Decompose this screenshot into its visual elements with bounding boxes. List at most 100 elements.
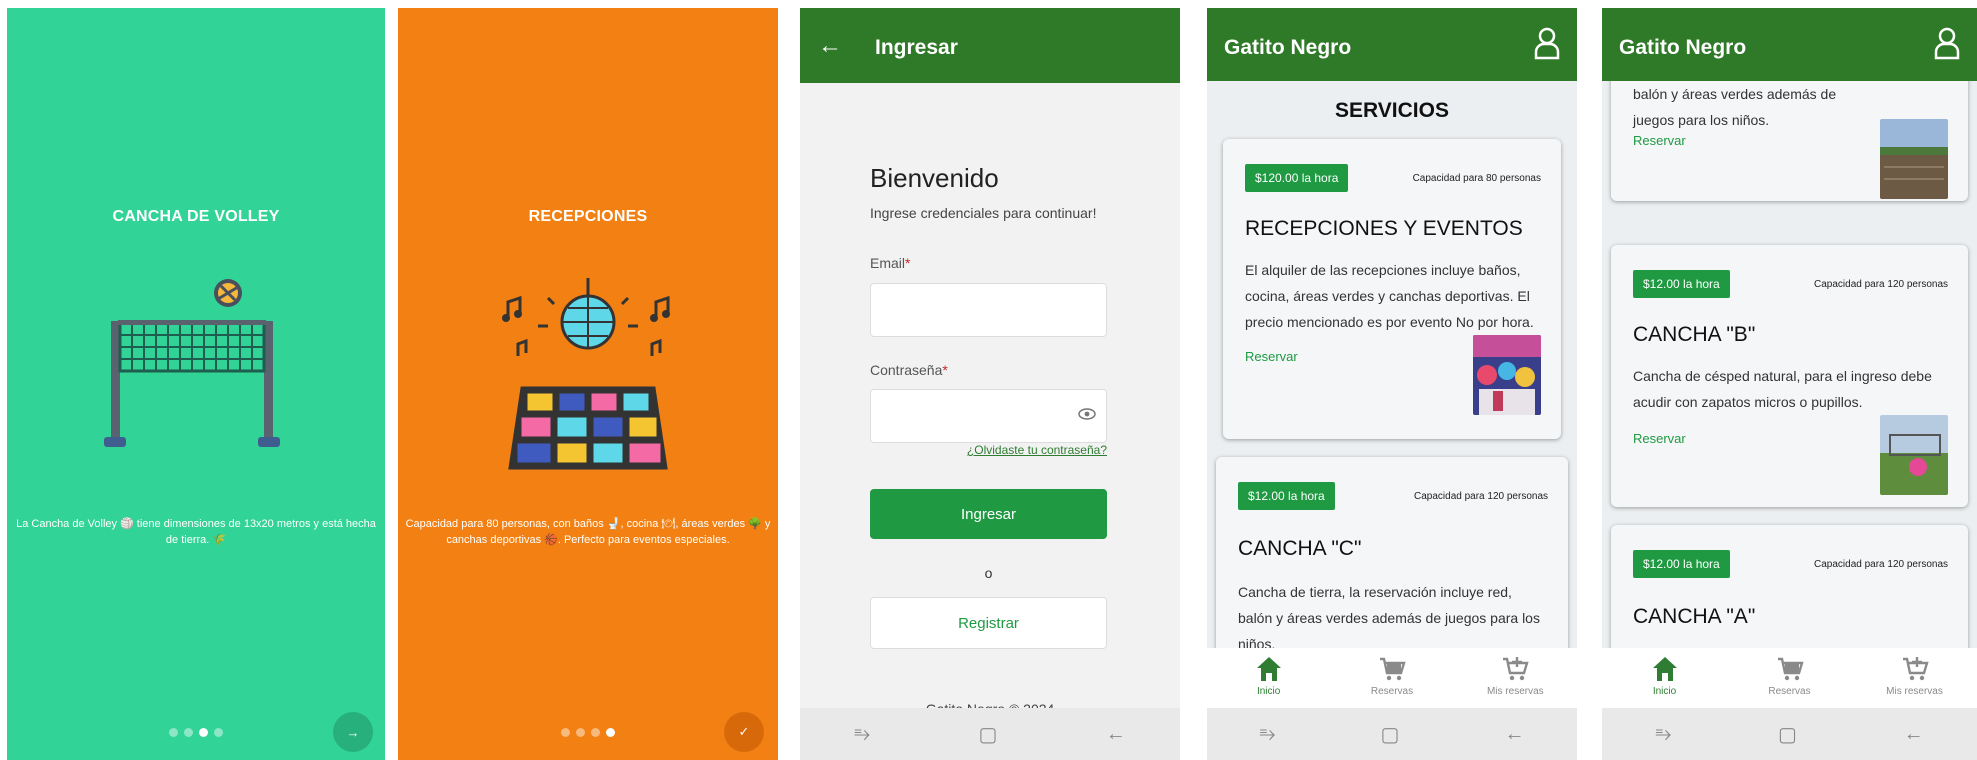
email-field[interactable] — [870, 283, 1107, 337]
onboarding-title: RECEPCIONES — [528, 208, 648, 225]
nav-item-reservas[interactable]: Reservas — [1331, 648, 1453, 708]
card-title: CANCHA "A" — [1633, 605, 1756, 628]
cart-add-icon — [1902, 657, 1929, 681]
system-nav-bar: ⥱ ▢ ← — [1602, 708, 1977, 760]
capacity-text: Capacidad para 80 personas — [1412, 173, 1541, 184]
email-label-text: Email — [870, 255, 906, 271]
page-dot — [184, 728, 193, 737]
reserve-link[interactable]: Reservar — [1633, 431, 1686, 446]
recent-apps-icon[interactable]: ⥱ — [854, 723, 870, 746]
cart-icon — [1379, 657, 1406, 681]
home-square-icon[interactable]: ▢ — [1381, 722, 1400, 747]
or-separator: o — [984, 565, 993, 581]
disco-dance-floor-illustration — [502, 278, 670, 470]
nav-item-inicio[interactable]: Inicio — [1603, 648, 1727, 708]
page-dot — [591, 728, 600, 737]
onboarding-title: CANCHA DE VOLLEY — [112, 208, 280, 225]
nav-label: Inicio — [1256, 686, 1281, 697]
cart-add-icon — [1503, 657, 1529, 681]
capacity-text: Capacidad para 120 personas — [1414, 491, 1548, 502]
service-card[interactable]: $12.00 la hora Capacidad para 120 person… — [1611, 525, 1968, 648]
login-form: Bienvenido Ingrese credenciales para con… — [800, 83, 1180, 717]
capacity-text: Capacidad para 120 personas — [1814, 279, 1948, 290]
price-badge: $12.00 la hora — [1238, 482, 1335, 510]
recent-apps-icon[interactable]: ⥱ — [1655, 723, 1671, 746]
done-button[interactable]: ✓ — [724, 712, 764, 752]
card-title: CANCHA "C" — [1238, 537, 1362, 560]
eye-icon[interactable] — [1078, 408, 1096, 420]
email-label: Email* — [870, 255, 910, 271]
app-bar: ← Ingresar — [800, 8, 1180, 83]
field-photo — [1880, 119, 1948, 199]
nav-label: Mis reservas — [1486, 686, 1544, 697]
password-label: Contraseña* — [870, 362, 948, 378]
user-icon[interactable] — [1533, 26, 1561, 60]
nav-label: Reservas — [1370, 686, 1414, 697]
service-card[interactable]: $120.00 la hora Capacidad para 80 person… — [1223, 139, 1561, 439]
onboarding-recepciones-screen: RECEPCIONES Capacidad para 80 personas, … — [398, 8, 778, 760]
volleyball-net-illustration — [104, 279, 280, 447]
home-square-icon[interactable]: ▢ — [979, 722, 998, 747]
bottom-navigation: Inicio Reservas Mis reservas — [1602, 648, 1977, 708]
check-icon: ✓ — [738, 724, 750, 739]
system-nav-bar: ⥱ ▢ ← — [1207, 708, 1577, 760]
nav-item-mis-reservas[interactable]: Mis reservas — [1454, 648, 1576, 708]
card-description: Cancha de tierra, la reservación incluye… — [1238, 584, 1540, 648]
register-button[interactable]: Registrar — [870, 597, 1107, 649]
card-description: El alquiler de las recepciones incluye b… — [1245, 262, 1534, 330]
app-title: Gatito Negro — [1619, 36, 1747, 59]
user-icon[interactable] — [1933, 26, 1961, 60]
page-indicator — [7, 728, 385, 737]
page-dot-active — [606, 728, 615, 737]
reserve-link[interactable]: Reservar — [1633, 133, 1686, 148]
appbar-title: Ingresar — [875, 36, 958, 59]
grass-field-photo — [1880, 415, 1948, 495]
cart-icon — [1777, 657, 1804, 681]
nav-label: Inicio — [1652, 686, 1677, 697]
password-label-text: Contraseña — [870, 362, 943, 378]
capacity-text: Capacidad para 120 personas — [1814, 559, 1948, 570]
services-screen: Gatito Negro SERVICIOS $120.00 la hora C… — [1207, 8, 1577, 760]
nav-item-reservas[interactable]: Reservas — [1728, 648, 1852, 708]
app-title: Gatito Negro — [1224, 36, 1352, 59]
recent-apps-icon[interactable]: ⥱ — [1260, 723, 1276, 746]
services-list: balón y áreas verdes además de juegos pa… — [1602, 81, 1977, 648]
page-dot — [214, 728, 223, 737]
bottom-navigation: Inicio Reservas Mis reservas — [1207, 648, 1577, 708]
password-field[interactable] — [870, 389, 1107, 443]
home-square-icon[interactable]: ▢ — [1778, 722, 1797, 747]
welcome-heading: Bienvenido — [870, 163, 999, 193]
login-screen: ← Ingresar Bienvenido Ingrese credencial… — [800, 8, 1180, 760]
section-title: SERVICIOS — [1335, 99, 1449, 122]
page-dot — [576, 728, 585, 737]
back-arrow-icon[interactable]: ← — [818, 32, 842, 60]
next-button[interactable]: → — [333, 712, 373, 752]
forgot-password-link[interactable]: ¿Olvidaste tu contraseña? — [967, 443, 1107, 457]
back-icon[interactable]: ← — [1106, 723, 1126, 746]
page-dot — [169, 728, 178, 737]
welcome-subheading: Ingrese credenciales para continuar! — [870, 205, 1097, 221]
home-icon — [1256, 657, 1281, 681]
services-list: SERVICIOS $120.00 la hora Capacidad para… — [1207, 81, 1577, 648]
page-indicator — [398, 728, 778, 737]
required-mark: * — [942, 362, 948, 378]
event-hall-photo — [1473, 335, 1541, 415]
app-bar: Gatito Negro — [1207, 8, 1577, 81]
system-nav-bar: ⥱ ▢ ← — [800, 708, 1180, 760]
price-badge: $12.00 la hora — [1633, 270, 1730, 298]
price-badge: $120.00 la hora — [1245, 164, 1349, 192]
nav-label: Reservas — [1768, 686, 1811, 697]
service-card[interactable]: $12.00 la hora Capacidad para 120 person… — [1216, 457, 1568, 648]
back-icon[interactable]: ← — [1904, 723, 1924, 746]
reserve-link[interactable]: Reservar — [1245, 349, 1298, 364]
service-card[interactable]: $12.00 la hora Capacidad para 120 person… — [1611, 245, 1968, 507]
back-icon[interactable]: ← — [1504, 723, 1524, 746]
required-mark: * — [905, 255, 911, 271]
card-title: CANCHA "B" — [1633, 323, 1756, 346]
nav-item-mis-reservas[interactable]: Mis reservas — [1853, 648, 1977, 708]
card-title: RECEPCIONES Y EVENTOS — [1245, 217, 1523, 240]
nav-item-inicio[interactable]: Inicio — [1208, 648, 1330, 708]
card-description: Cancha de césped natural, para el ingres… — [1633, 368, 1932, 410]
login-button[interactable]: Ingresar — [870, 489, 1107, 539]
service-card-partial[interactable]: balón y áreas verdes además de juegos pa… — [1611, 81, 1968, 201]
